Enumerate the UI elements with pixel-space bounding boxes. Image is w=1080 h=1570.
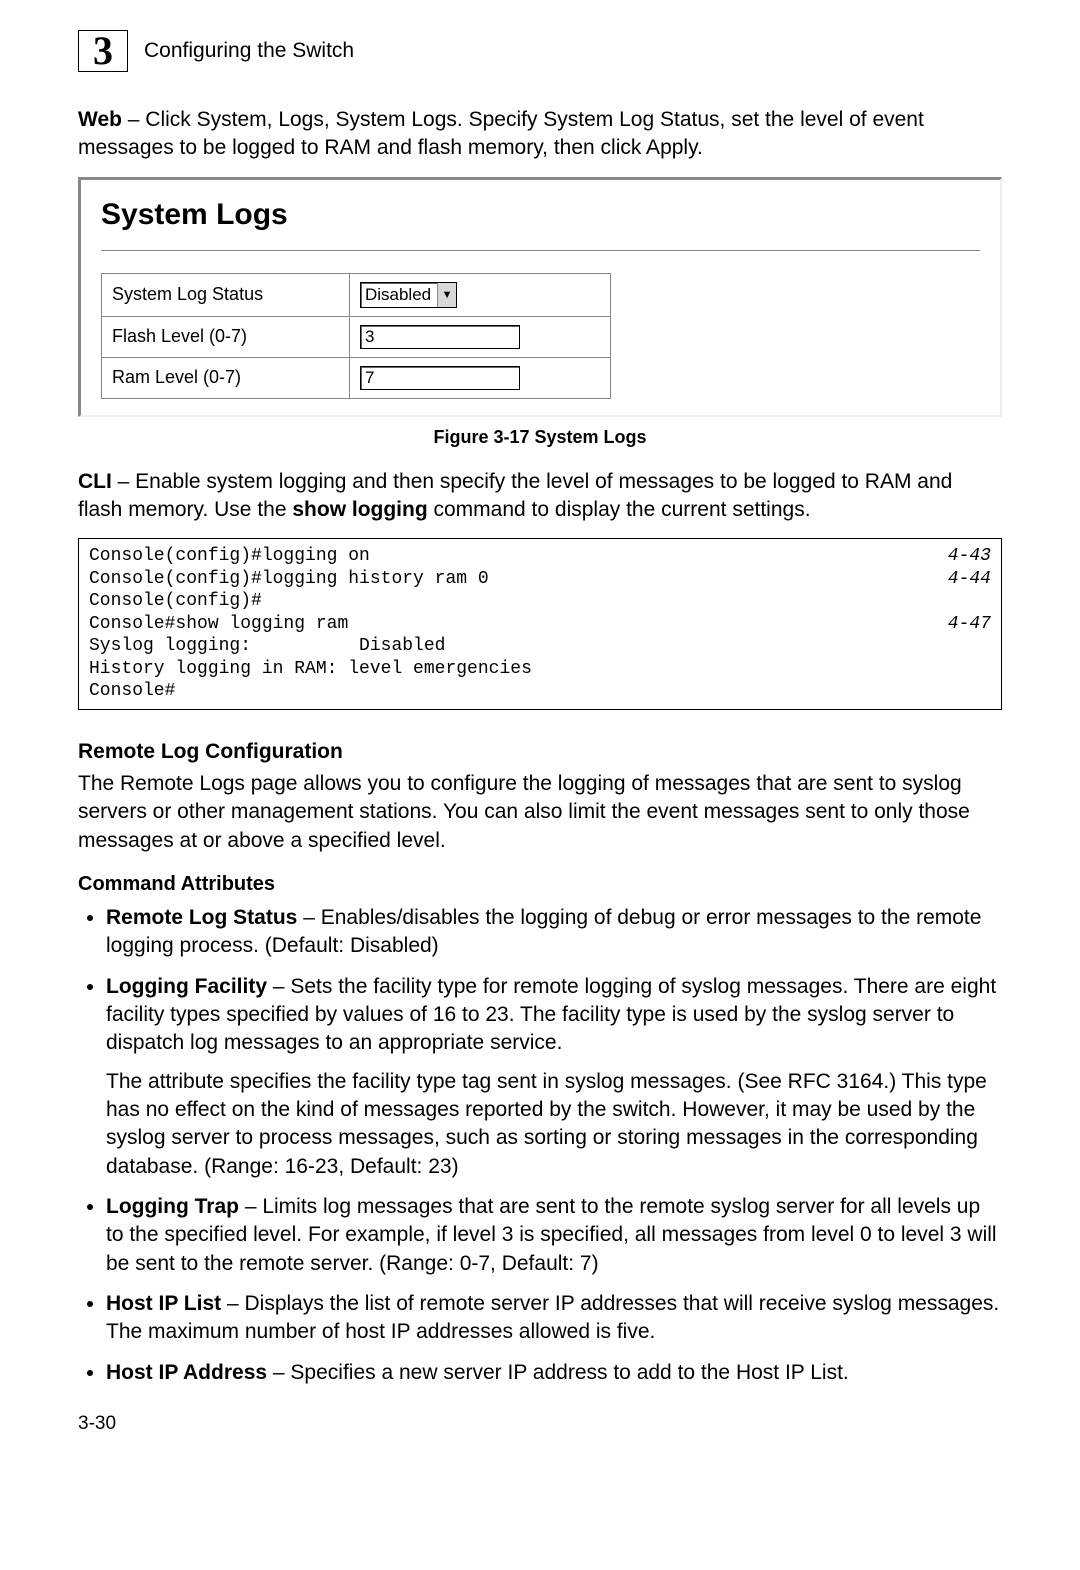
panel-title: System Logs xyxy=(101,198,980,232)
list-item: Logging Facility – Sets the facility typ… xyxy=(106,973,1002,1181)
system-log-status-select[interactable]: Disabled ▼ xyxy=(360,282,457,308)
cli-text-2: command to display the current settings. xyxy=(428,498,811,521)
ram-level-input[interactable] xyxy=(360,366,520,390)
panel-divider xyxy=(101,250,980,251)
web-text: – Click System, Logs, System Logs. Speci… xyxy=(78,108,924,159)
label-system-log-status: System Log Status xyxy=(102,273,350,316)
code-ref: 4-44 xyxy=(948,568,991,591)
list-item: Logging Trap – Limits log messages that … xyxy=(106,1193,1002,1278)
attr-name: Logging Trap xyxy=(106,1195,239,1218)
code-line: Console(config)#logging history ram 0 xyxy=(89,569,489,589)
attr-desc-extra: The attribute specifies the facility typ… xyxy=(106,1068,1002,1181)
row-flash-level: Flash Level (0-7) xyxy=(102,316,611,357)
system-logs-screenshot: System Logs System Log Status Disabled ▼… xyxy=(78,177,1002,417)
code-line: Syslog logging: Disabled xyxy=(89,636,445,656)
web-label: Web xyxy=(78,108,122,131)
code-line: Console(config)# xyxy=(89,591,262,611)
page-number: 3-30 xyxy=(78,1413,1002,1435)
page-header: 3 Configuring the Switch xyxy=(78,30,1002,72)
attr-desc: – Specifies a new server IP address to a… xyxy=(267,1361,849,1384)
cli-code-block: Console(config)#logging on 4-43 Console(co… xyxy=(78,538,1002,710)
chapter-number-icon: 3 xyxy=(78,30,128,72)
attr-desc: – Displays the list of remote server IP … xyxy=(106,1292,999,1343)
label-ram-level: Ram Level (0-7) xyxy=(102,357,350,398)
row-ram-level: Ram Level (0-7) xyxy=(102,357,611,398)
cli-cmd: show logging xyxy=(292,498,427,521)
attr-name: Logging Facility xyxy=(106,975,267,998)
remote-log-intro: The Remote Logs page allows you to confi… xyxy=(78,770,1002,855)
cli-label: CLI xyxy=(78,470,112,493)
remote-log-heading: Remote Log Configuration xyxy=(78,740,1002,764)
command-attributes-list: Remote Log Status – Enables/disables the… xyxy=(78,904,1002,1387)
attr-name: Remote Log Status xyxy=(106,906,297,929)
chapter-number: 3 xyxy=(93,31,113,71)
chevron-down-icon[interactable]: ▼ xyxy=(437,283,456,307)
figure-caption: Figure 3-17 System Logs xyxy=(78,427,1002,448)
attr-name: Host IP Address xyxy=(106,1361,267,1384)
code-line: Console# xyxy=(89,681,175,701)
label-flash-level: Flash Level (0-7) xyxy=(102,316,350,357)
select-value: Disabled xyxy=(365,285,437,305)
list-item: Host IP Address – Specifies a new server… xyxy=(106,1359,1002,1387)
code-line: History logging in RAM: level emergencie… xyxy=(89,659,532,679)
code-line: Console(config)#logging on xyxy=(89,546,370,566)
list-item: Remote Log Status – Enables/disables the… xyxy=(106,904,1002,961)
code-line: Console#show logging ram xyxy=(89,614,348,634)
code-ref: 4-43 xyxy=(948,545,991,568)
chapter-title: Configuring the Switch xyxy=(144,39,354,63)
command-attributes-heading: Command Attributes xyxy=(78,873,1002,896)
row-system-log-status: System Log Status Disabled ▼ xyxy=(102,273,611,316)
cli-paragraph: CLI – Enable system logging and then spe… xyxy=(78,468,1002,525)
attr-name: Host IP List xyxy=(106,1292,221,1315)
code-ref: 4-47 xyxy=(948,613,991,636)
web-paragraph: Web – Click System, Logs, System Logs. S… xyxy=(78,106,1002,163)
system-logs-form: System Log Status Disabled ▼ Flash Level… xyxy=(101,273,611,399)
list-item: Host IP List – Displays the list of remo… xyxy=(106,1290,1002,1347)
flash-level-input[interactable] xyxy=(360,325,520,349)
attr-desc: – Limits log messages that are sent to t… xyxy=(106,1195,997,1275)
